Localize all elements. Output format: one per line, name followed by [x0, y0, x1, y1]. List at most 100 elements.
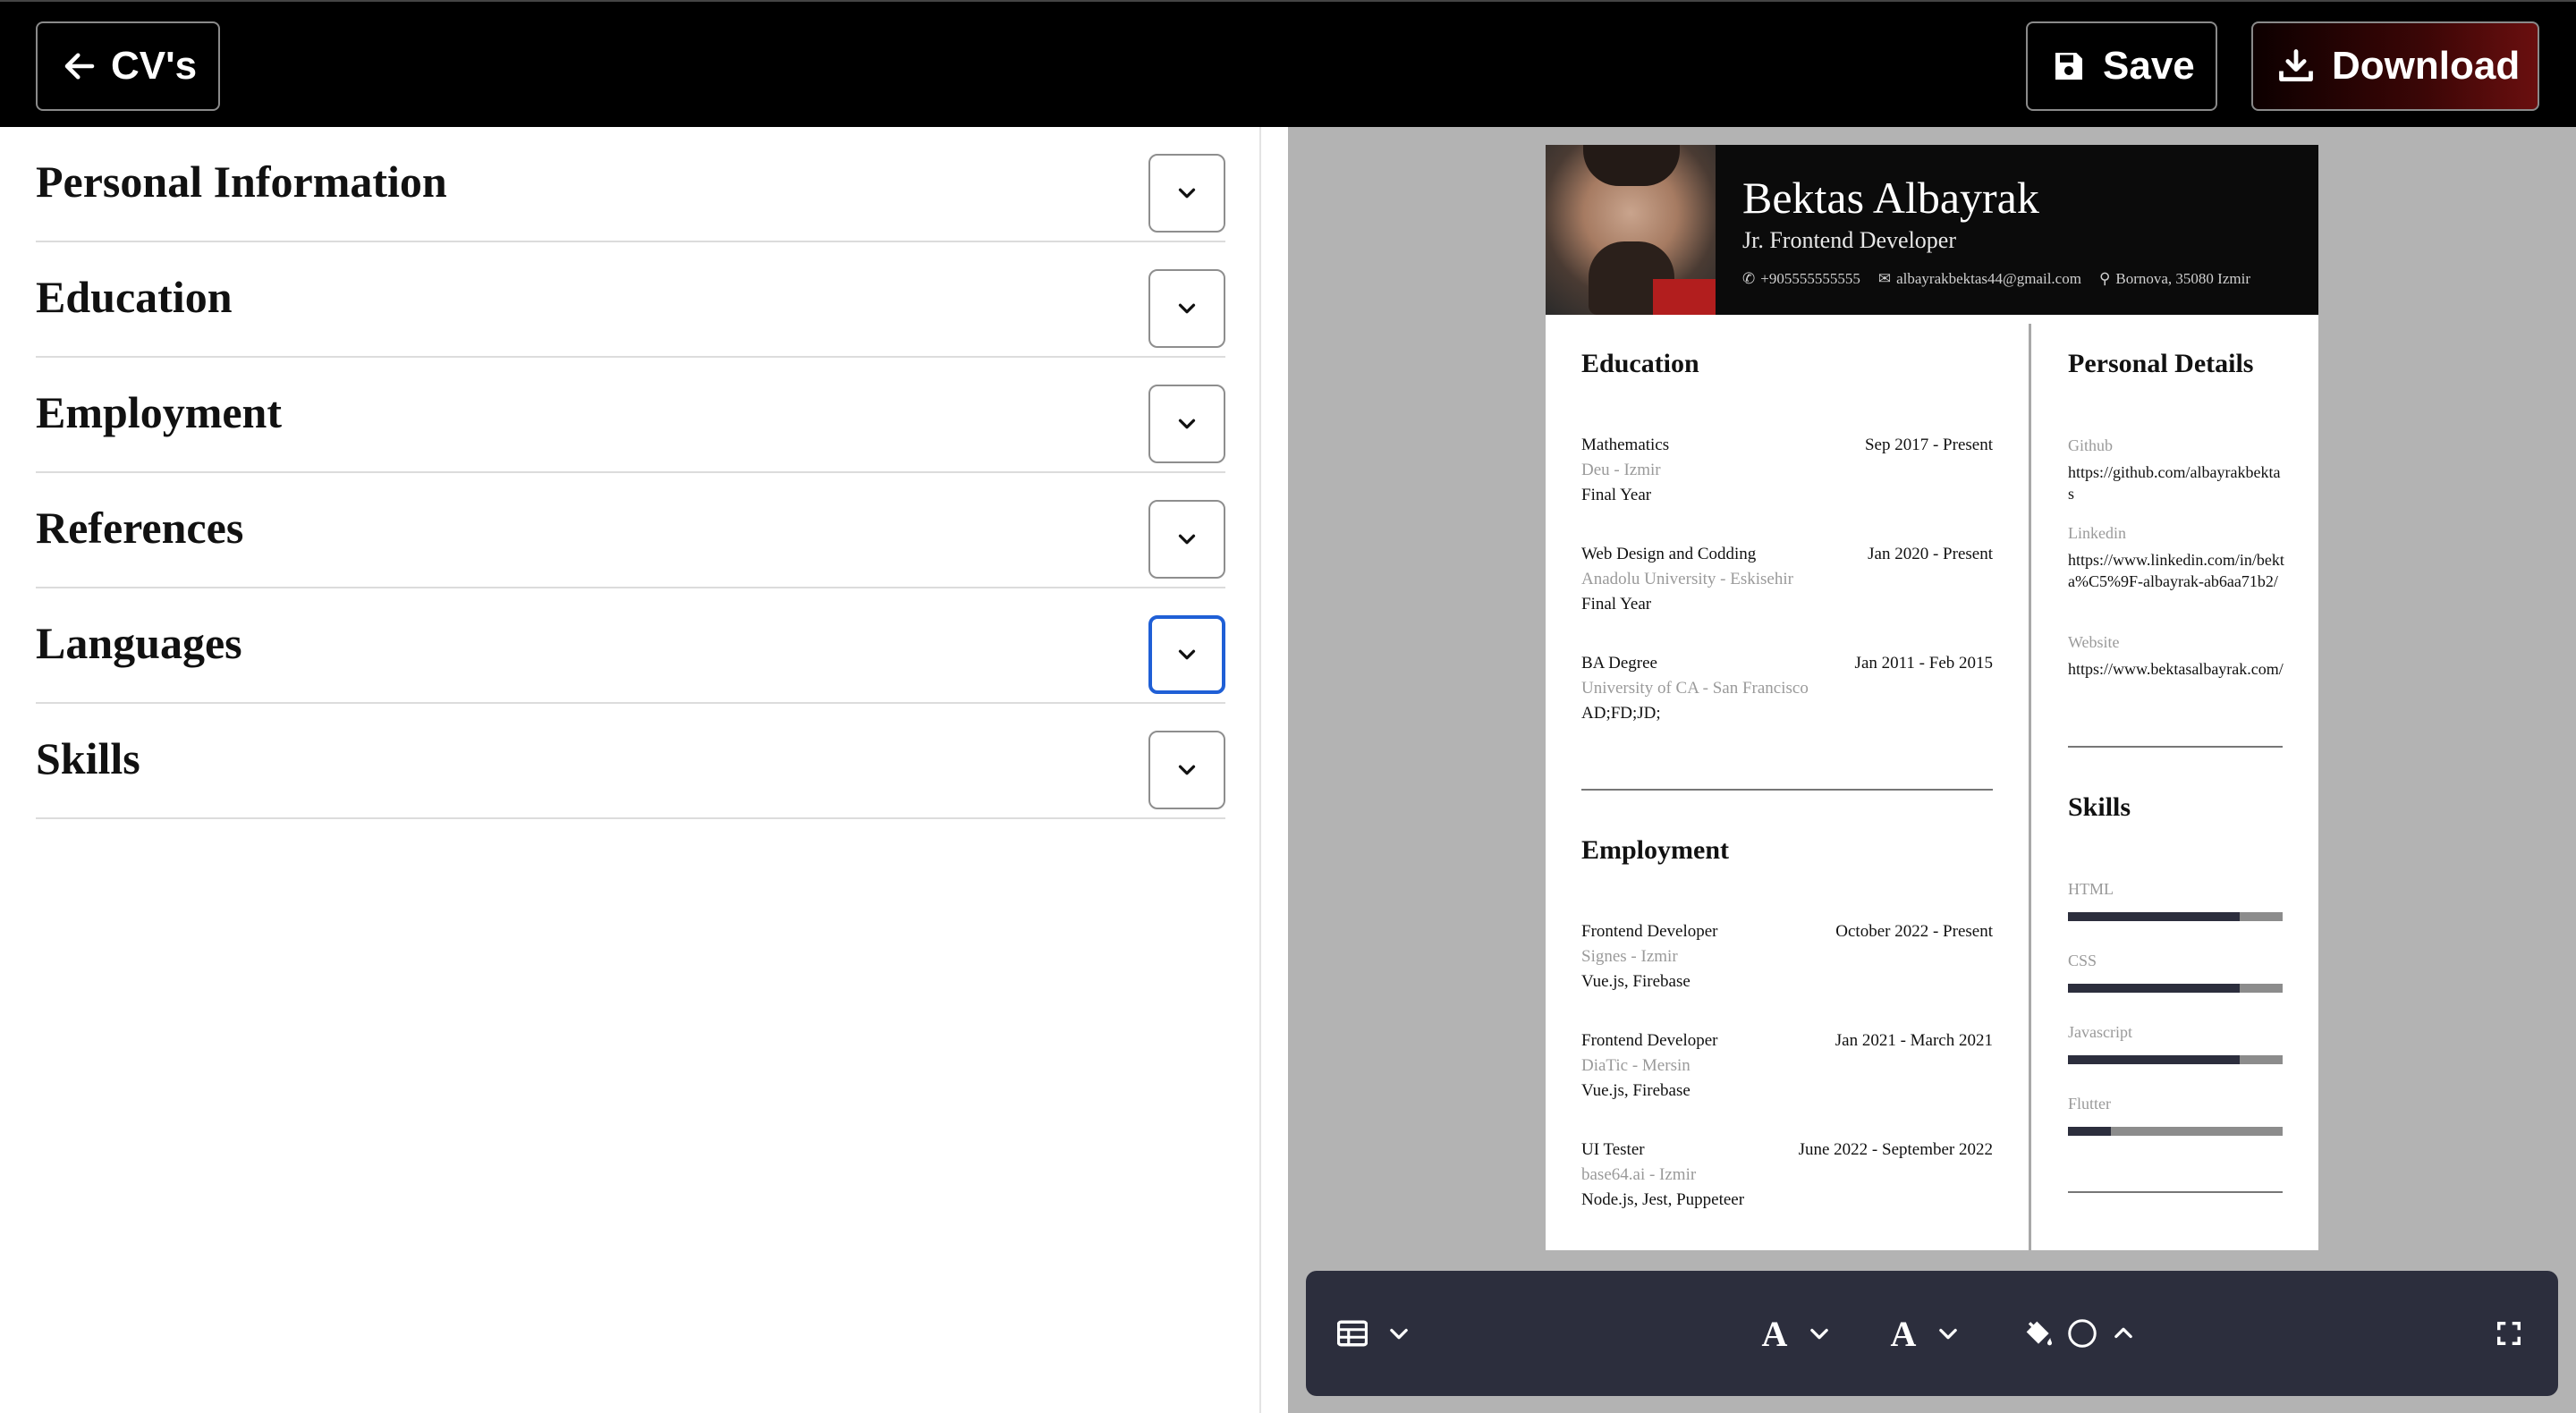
cv-phone: ✆ +905555555555 — [1742, 270, 1860, 288]
github-label: Github — [2068, 436, 2114, 454]
heading-font-dropdown[interactable] — [1801, 1310, 1837, 1357]
entry-title: BA Degree — [1581, 654, 1657, 673]
skill-name: HTML — [2068, 880, 2114, 898]
accordion-title: Languages — [36, 618, 242, 668]
skill-bar-fill — [2068, 912, 2240, 921]
font-icon: A — [1890, 1313, 1917, 1354]
chevron-down-icon — [1178, 534, 1196, 545]
accordion-references[interactable]: References — [36, 473, 1225, 588]
color-dropdown-button[interactable] — [2106, 1310, 2141, 1357]
github-link[interactable]: https://github.com/albayrakbektas — [2068, 461, 2284, 504]
education-entry: BA Degree Jan 2011 - Feb 2015 University … — [1581, 651, 1993, 726]
template-layout-button[interactable] — [1333, 1310, 1372, 1357]
save-button-label: Save — [2103, 44, 2195, 88]
download-icon — [2276, 47, 2316, 86]
color-swatch-button[interactable] — [2064, 1310, 2100, 1357]
cv-editor-panel: Personal Information Education Employmen… — [0, 127, 1261, 1413]
employment-heading: Employment — [1581, 835, 1729, 865]
skill-bar — [2068, 1127, 2283, 1136]
education-entry: Web Design and Codding Jan 2020 - Present… — [1581, 542, 1993, 617]
save-button[interactable]: Save — [2026, 21, 2217, 111]
website-label: Website — [2068, 633, 2120, 651]
template-dropdown-button[interactable] — [1381, 1310, 1417, 1357]
expand-toggle-button[interactable] — [1148, 154, 1225, 233]
entry-date: June 2022 - September 2022 — [1798, 1140, 1993, 1159]
entry-detail: Vue.js, Firebase — [1581, 972, 1690, 991]
floppy-disk-icon — [2051, 48, 2087, 84]
phone-text: +905555555555 — [1760, 270, 1860, 287]
expand-toggle-button[interactable] — [1148, 615, 1225, 694]
section-divider — [1581, 789, 1993, 791]
entry-title: Frontend Developer — [1581, 1031, 1718, 1050]
accordion-skills[interactable]: Skills — [36, 704, 1225, 819]
body-font-button[interactable]: A — [1884, 1310, 1923, 1357]
expand-toggle-button[interactable] — [1148, 731, 1225, 809]
chevron-down-icon — [1178, 303, 1196, 314]
section-divider — [2068, 1191, 2283, 1193]
heading-font-button[interactable]: A — [1755, 1310, 1794, 1357]
body-font-dropdown[interactable] — [1930, 1310, 1966, 1357]
expand-toggle-button[interactable] — [1148, 385, 1225, 463]
expand-toggle-button[interactable] — [1148, 269, 1225, 348]
chevron-down-icon — [1178, 188, 1196, 199]
entry-title: Mathematics — [1581, 436, 1670, 454]
entry-title: UI Tester — [1581, 1140, 1645, 1159]
skill-name: Flutter — [2068, 1095, 2111, 1113]
location-pin-icon: ⚲ — [2098, 270, 2111, 287]
entry-place: Anadolu University - Eskisehir — [1581, 570, 1793, 588]
entry-date: Jan 2020 - Present — [1868, 545, 1993, 563]
entry-place: base64.ai - Izmir — [1581, 1165, 1697, 1184]
employment-entry: UI Tester June 2022 - September 2022 base… — [1581, 1138, 1993, 1213]
section-divider — [2068, 746, 2283, 748]
entry-title: Web Design and Codding — [1581, 545, 1757, 563]
cv-name: Bektas Albayrak — [1742, 173, 2039, 223]
chevron-down-icon — [1810, 1328, 1828, 1340]
accordion-languages[interactable]: Languages — [36, 588, 1225, 704]
mail-icon: ✉ — [1877, 270, 1892, 287]
arrow-left-icon — [61, 47, 98, 85]
accordion-title: Personal Information — [36, 157, 447, 207]
back-to-cvs-button[interactable]: CV's — [36, 21, 220, 111]
chevron-down-icon — [1178, 419, 1196, 429]
accordion-title: References — [36, 503, 244, 553]
skills-heading: Skills — [2068, 792, 2131, 822]
chevron-down-icon — [1939, 1328, 1957, 1340]
top-bar: CV's Save Download — [0, 0, 2576, 127]
website-link[interactable]: https://www.bektasalbayrak.com/ — [2068, 658, 2284, 680]
education-heading: Education — [1581, 349, 1699, 378]
table-layout-icon — [1337, 1320, 1368, 1347]
accordion-title: Employment — [36, 387, 282, 437]
fullscreen-button[interactable] — [2488, 1310, 2529, 1357]
skill-bar — [2068, 984, 2283, 993]
color-fill-button[interactable] — [2018, 1310, 2059, 1357]
entry-date: Jan 2021 - March 2021 — [1835, 1031, 1993, 1050]
entry-date: October 2022 - Present — [1835, 922, 1993, 941]
employment-entry: Frontend Developer Jan 2021 - March 2021 … — [1581, 1028, 1993, 1104]
location-text: Bornova, 35080 Izmir — [2115, 270, 2250, 287]
color-circle-icon — [2068, 1319, 2097, 1348]
profile-photo — [1546, 145, 1716, 315]
cv-preview-document: Bektas Albayrak Jr. Frontend Developer ✆… — [1546, 145, 2318, 1250]
email-text: albayrakbektas44@gmail.com — [1896, 270, 2081, 287]
column-divider — [2029, 324, 2031, 1250]
education-entry: Mathematics Sep 2017 - Present Deu - Izmi… — [1581, 433, 1993, 508]
download-button-label: Download — [2332, 44, 2521, 88]
chevron-down-icon — [1178, 649, 1196, 660]
accordion-employment[interactable]: Employment — [36, 358, 1225, 473]
entry-detail: Final Year — [1581, 486, 1652, 504]
entry-title: Frontend Developer — [1581, 922, 1718, 941]
accordion-education[interactable]: Education — [36, 242, 1225, 358]
accordion-personal-information[interactable]: Personal Information — [36, 127, 1225, 242]
linkedin-link[interactable]: https://www.linkedin.com/in/bekta%C5%9F-… — [2068, 549, 2284, 592]
cv-location: ⚲ Bornova, 35080 Izmir — [2099, 270, 2250, 288]
phone-icon: ✆ — [1742, 270, 1756, 287]
fullscreen-icon — [2497, 1322, 2521, 1345]
skill-bar — [2068, 1055, 2283, 1064]
personal-details-heading: Personal Details — [2068, 349, 2254, 378]
cv-contact-row: ✆ +905555555555 ✉ albayrakbektas44@gmail.c… — [1742, 270, 2250, 288]
expand-toggle-button[interactable] — [1148, 500, 1225, 579]
chevron-down-icon — [1390, 1328, 1408, 1340]
download-button[interactable]: Download — [2251, 21, 2539, 111]
chevron-up-icon — [2114, 1327, 2132, 1339]
entry-detail: AD;FD;JD; — [1581, 704, 1661, 723]
